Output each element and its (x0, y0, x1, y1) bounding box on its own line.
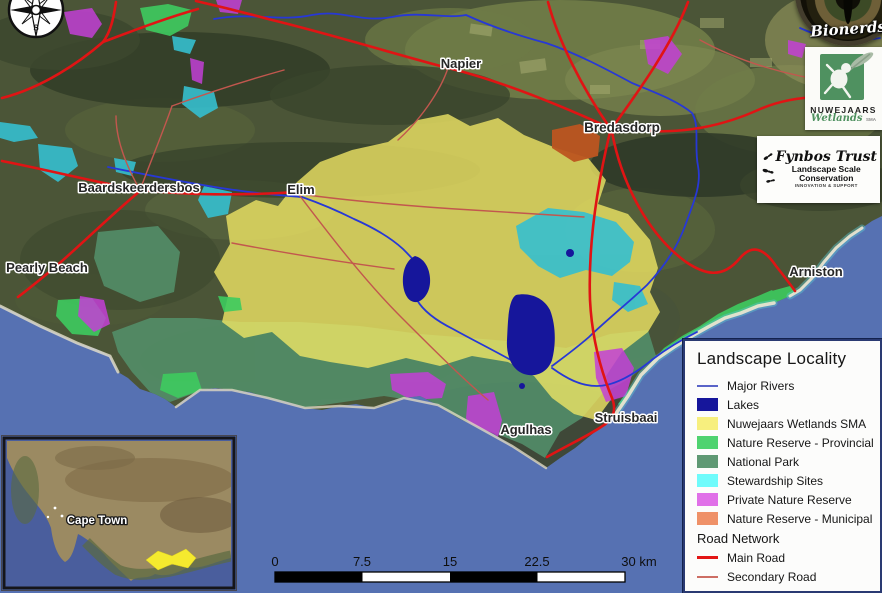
legend-panel: Landscape Locality Major Rivers Lakes Nu… (683, 339, 882, 593)
ants-illustration-icon (760, 141, 776, 199)
legend-item-label: Secondary Road (727, 570, 816, 584)
scale-tick: 15 (443, 554, 457, 569)
municipal-reserve-swatch (697, 512, 718, 525)
legend-item-stewardship-sites: Stewardship Sites (697, 471, 876, 490)
stewardship-swatch (697, 474, 718, 487)
legend-item-label: Nuwejaars Wetlands SMA (727, 417, 866, 431)
fynbos-logo-name: Fynbos Trust (776, 150, 877, 165)
legend-item-major-rivers: Major Rivers (697, 376, 876, 395)
legend-item-label: Nature Reserve - Provincial (727, 436, 874, 450)
nuwejaars-frog-icon (812, 52, 876, 104)
place-label-baardskeerdersbos: Baardskeerdersbos (78, 180, 199, 195)
scale-tick: 30 km (621, 554, 656, 569)
legend-item-national-park: National Park (697, 452, 876, 471)
place-label-pearly-beach: Pearly Beach (6, 260, 88, 275)
place-label-napier: Napier (441, 56, 481, 71)
legend-item-label: Private Nature Reserve (727, 493, 852, 507)
nuwejaars-wetlands-logo: NUWEJAARS Wetlands SMA (805, 47, 882, 130)
nuwejaars-logo-suffix: SMA (866, 117, 876, 122)
national-park-swatch (697, 455, 718, 468)
place-label-agulhas: Agulhas (500, 422, 551, 437)
river-line-swatch (697, 385, 718, 387)
legend-item-private-reserve: Private Nature Reserve (697, 490, 876, 509)
legend-item-label: National Park (727, 455, 799, 469)
legend-item-main-road: Main Road (697, 548, 876, 567)
inset-map: Cape Town (2, 436, 241, 591)
lakes-swatch (697, 398, 718, 411)
scale-tick: 0 (271, 554, 278, 569)
legend-title: Landscape Locality (697, 349, 876, 369)
place-label-elim: Elim (287, 182, 314, 197)
sma-swatch (697, 417, 718, 430)
legend-item-label: Major Rivers (727, 379, 794, 393)
legend-item-label: Main Road (727, 551, 785, 565)
legend-item-provincial-reserve: Nature Reserve - Provincial (697, 433, 876, 452)
private-reserve-swatch (697, 493, 718, 506)
nuwejaars-logo-subname: Wetlands SMA (805, 113, 882, 124)
compass-south-label: S (33, 24, 39, 33)
legend-item-label: Stewardship Sites (727, 474, 823, 488)
fynbos-logo-tagline: INNOVATION & SUPPORT (776, 184, 877, 189)
place-label-arniston: Arniston (789, 264, 843, 279)
provincial-swatch (697, 436, 718, 449)
scale-tick: 22.5 (524, 554, 549, 569)
legend-item-label: Lakes (727, 398, 759, 412)
place-label-bredasdorp: Bredasdorp (584, 120, 660, 135)
fynbos-trust-logo: Fynbos Trust Landscape Scale Conservatio… (757, 136, 880, 203)
legend-road-network-header: Road Network (697, 528, 876, 548)
secondary-road-line-swatch (697, 576, 718, 578)
fynbos-logo-line3: Conservation (776, 174, 877, 183)
legend-item-municipal-reserve: Nature Reserve - Municipal (697, 509, 876, 528)
scale-tick: 7.5 (353, 554, 371, 569)
inset-city-label: Cape Town (67, 515, 127, 527)
landscape-locality-map: Napier Bredasdorp Baardskeerdersbos Elim… (0, 0, 882, 593)
place-label-struisbaai: Struisbaai (595, 410, 658, 425)
legend-item-lakes: Lakes (697, 395, 876, 414)
main-road-line-swatch (697, 556, 718, 559)
bionerds-logo-text: Bionerds (810, 17, 882, 40)
legend-item-label: Nature Reserve - Municipal (727, 512, 872, 526)
legend-item-nuwejaars-sma: Nuwejaars Wetlands SMA (697, 414, 876, 433)
legend-item-secondary-road: Secondary Road (697, 567, 876, 586)
